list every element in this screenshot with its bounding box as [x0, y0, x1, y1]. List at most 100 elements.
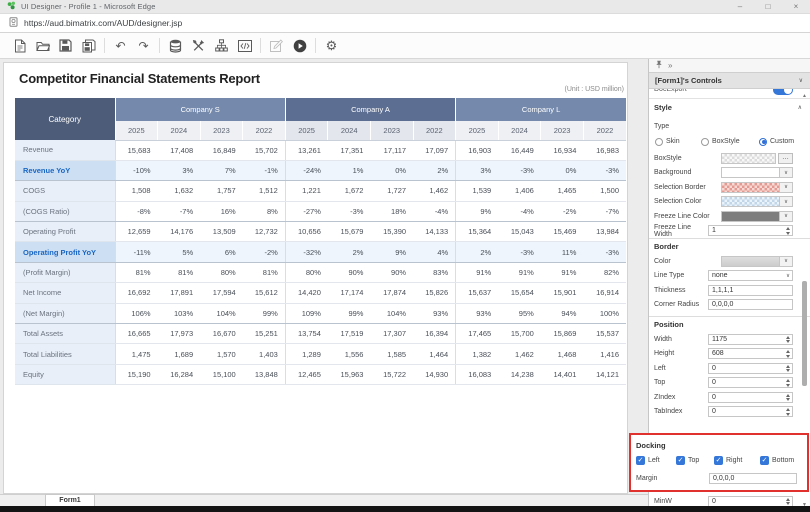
field-control-freeze-line-color[interactable]: ∨ — [721, 211, 793, 222]
url-bar[interactable]: https://aud.bimatrix.com/AUD/designer.js… — [0, 14, 810, 33]
maximize-button[interactable]: □ — [754, 0, 782, 13]
field-control-boxstyle[interactable]: … — [721, 153, 793, 164]
spin-up-icon[interactable] — [786, 365, 790, 368]
redo-icon[interactable]: ↷ — [136, 38, 151, 53]
field-input-corner-radius[interactable]: 0,0,0,0 — [708, 299, 793, 310]
database-icon[interactable] — [168, 38, 183, 53]
spin-down-icon[interactable] — [786, 232, 790, 235]
field-spinner-top[interactable]: 0 — [708, 377, 793, 388]
field-control-color[interactable]: ∨ — [721, 256, 793, 267]
spin-up-icon[interactable] — [786, 394, 790, 397]
chevron-down-icon[interactable]: ∨ — [779, 257, 792, 266]
new-file-icon[interactable] — [12, 38, 27, 53]
spinner-arrows[interactable] — [783, 364, 792, 373]
type-radio-row: SkinBoxStyleCustom — [649, 135, 810, 148]
spin-down-icon[interactable] — [786, 413, 790, 416]
field-input-thickness[interactable]: 1,1,1,1 — [708, 285, 793, 296]
minimize-button[interactable]: – — [726, 0, 754, 13]
run-icon[interactable] — [292, 38, 307, 53]
checkbox-checked[interactable]: ✓ — [636, 456, 645, 465]
chevron-down-icon[interactable]: ∨ — [799, 77, 803, 84]
selection-border-swatch[interactable] — [722, 183, 779, 192]
field-control-background[interactable]: ∨ — [721, 167, 793, 178]
spin-down-icon[interactable] — [786, 340, 790, 343]
field-spinner-left[interactable]: 0 — [708, 363, 793, 374]
tools-icon[interactable] — [191, 38, 206, 53]
checkbox-checked[interactable]: ✓ — [714, 456, 723, 465]
url-text[interactable]: https://aud.bimatrix.com/AUD/designer.js… — [24, 18, 182, 28]
spinner-arrows[interactable] — [783, 349, 792, 358]
radio-selected[interactable] — [759, 138, 767, 146]
save-icon[interactable] — [58, 38, 73, 53]
spin-up-icon[interactable] — [786, 350, 790, 353]
scrollbar-thumb[interactable] — [802, 281, 807, 386]
field-spinner-width[interactable]: 1175 — [708, 334, 793, 345]
field-select-line-type[interactable]: none∨ — [708, 270, 793, 281]
freeze-line-color-swatch[interactable] — [722, 212, 779, 221]
spin-up-icon[interactable] — [786, 379, 790, 382]
spin-down-icon[interactable] — [786, 502, 790, 505]
spin-up-icon[interactable] — [786, 336, 790, 339]
radio-option-boxstyle[interactable]: BoxStyle — [701, 138, 759, 146]
field-control-selection-color[interactable]: ∨ — [721, 196, 793, 207]
more-button[interactable]: … — [778, 153, 793, 164]
controls-header[interactable]: [Form1]'s Controls ∨ — [649, 72, 810, 89]
field-control-selection-border[interactable]: ∨ — [721, 182, 793, 193]
spinner-arrows[interactable] — [783, 393, 792, 402]
design-canvas[interactable]: Competitor Financial Statements Report (… — [3, 62, 628, 494]
save-all-icon[interactable] — [81, 38, 96, 53]
dock-checkbox-right[interactable]: ✓Right — [714, 456, 760, 465]
spinner-arrows[interactable] — [783, 226, 792, 235]
code-view-icon[interactable] — [237, 38, 252, 53]
spin-down-icon[interactable] — [786, 369, 790, 372]
field-spinner-freeze-line-width[interactable]: 1 — [708, 225, 793, 236]
chevron-down-icon[interactable]: ∨ — [779, 212, 792, 221]
close-button[interactable]: × — [782, 0, 810, 13]
docexport-toggle[interactable] — [773, 89, 793, 95]
scroll-up-icon[interactable]: ▲ — [801, 93, 808, 99]
boxstyle-swatch[interactable] — [721, 153, 776, 164]
spin-down-icon[interactable] — [786, 384, 790, 387]
page-info-icon[interactable] — [9, 17, 18, 29]
checkbox-checked[interactable]: ✓ — [676, 456, 685, 465]
spinner-arrows[interactable] — [783, 407, 792, 416]
section-header-border[interactable]: Border — [649, 238, 810, 254]
settings-icon[interactable]: ⚙ — [324, 38, 339, 53]
spin-down-icon[interactable] — [786, 355, 790, 358]
spin-up-icon[interactable] — [786, 227, 790, 230]
dock-checkbox-left[interactable]: ✓Left — [636, 456, 676, 465]
field-spinner-height[interactable]: 608 — [708, 348, 793, 359]
taskbar-edge — [0, 506, 810, 512]
hierarchy-icon[interactable] — [214, 38, 229, 53]
section-header-style[interactable]: Style∧ — [649, 99, 810, 115]
pin-icon[interactable] — [655, 60, 663, 71]
spinner-arrows[interactable] — [783, 335, 792, 344]
spin-up-icon[interactable] — [786, 498, 790, 501]
radio-unselected[interactable] — [701, 138, 709, 146]
panel-scrollbar[interactable]: ▲ ▼ — [800, 93, 809, 508]
selection-color-swatch[interactable] — [722, 197, 779, 206]
radio-unselected[interactable] — [655, 138, 663, 146]
color-swatch[interactable] — [722, 257, 779, 266]
checkbox-checked[interactable]: ✓ — [760, 456, 769, 465]
spinner-arrows[interactable] — [783, 378, 792, 387]
dock-checkbox-top[interactable]: ✓Top — [676, 456, 714, 465]
section-header-position[interactable]: Position — [649, 316, 810, 332]
chevron-down-icon[interactable]: ∨ — [779, 183, 792, 192]
chevron-down-icon[interactable]: ∨ — [779, 197, 792, 206]
collapse-panel-icon[interactable]: » — [668, 61, 672, 70]
field-spinner-zindex[interactable]: 0 — [708, 392, 793, 403]
undo-icon[interactable]: ↶ — [113, 38, 128, 53]
radio-option-skin[interactable]: Skin — [655, 138, 701, 146]
spinner-arrows[interactable] — [783, 497, 792, 506]
radio-option-custom[interactable]: Custom — [759, 138, 794, 146]
spin-down-icon[interactable] — [786, 398, 790, 401]
chevron-down-icon[interactable]: ∨ — [786, 273, 790, 279]
open-folder-icon[interactable] — [35, 38, 50, 53]
background-swatch[interactable] — [722, 168, 779, 177]
spin-up-icon[interactable] — [786, 408, 790, 411]
field-spinner-tabindex[interactable]: 0 — [708, 406, 793, 417]
dock-checkbox-bottom[interactable]: ✓Bottom — [760, 456, 794, 465]
field-input-margin[interactable]: 0,0,0,0 — [709, 473, 797, 484]
chevron-down-icon[interactable]: ∨ — [779, 168, 792, 177]
